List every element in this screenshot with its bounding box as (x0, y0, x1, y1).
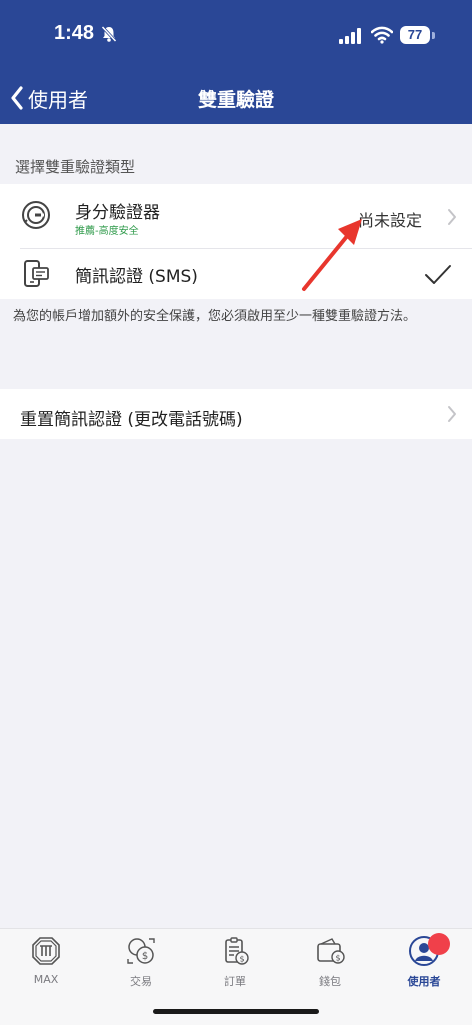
chevron-right-icon (448, 406, 456, 422)
recommended-badge: 推薦-高度安全 (75, 226, 139, 237)
section-header: 選擇雙重驗證類型 (15, 158, 136, 176)
svg-text:$: $ (142, 951, 148, 962)
tab-orders[interactable]: $ 訂單 (200, 935, 270, 989)
svg-text:$: $ (335, 954, 340, 963)
bell-muted-icon (101, 25, 117, 43)
wallet-icon: $ (317, 938, 345, 964)
battery-nub (432, 32, 435, 39)
method-authenticator-row[interactable]: 身分驗證器 推薦-高度安全 尚未設定 (0, 184, 472, 248)
sms-phone-icon (24, 260, 49, 287)
reset-sms-label: 重置簡訊認證 (更改電話號碼) (20, 410, 243, 430)
reset-sms-row[interactable]: 重置簡訊認證 (更改電話號碼) (0, 389, 472, 439)
tab-label: 訂單 (224, 975, 246, 988)
svg-text:$: $ (239, 955, 244, 964)
max-icon (32, 937, 60, 965)
status-time: 1:48 (54, 22, 95, 44)
method-title: 簡訊認證 (SMS) (75, 267, 198, 287)
status-bar: 1:48 77 (0, 0, 472, 72)
tab-label: MAX (33, 973, 59, 986)
tab-label: 交易 (130, 975, 152, 988)
chevron-right-icon (448, 209, 456, 225)
method-title: 身分驗證器 (75, 203, 160, 223)
tab-exchange[interactable]: $ 交易 (106, 935, 176, 989)
tab-label: 錢包 (319, 975, 341, 988)
annotation-arrow-icon (302, 219, 362, 291)
tab-max[interactable]: MAX (11, 935, 81, 986)
navigation-bar: 使用者 雙重驗證 (0, 72, 472, 124)
security-footnote: 為您的帳戶增加額外的安全保護，您必須啟用至少一種雙重驗證方法。 (13, 309, 417, 324)
checkmark-icon (425, 265, 451, 284)
page-title: 雙重驗證 (197, 89, 274, 111)
battery-level: 77 (400, 26, 430, 44)
two-factor-methods-group: 身分驗證器 推薦-高度安全 尚未設定 簡訊認證 (SMS) (0, 184, 472, 299)
exchange-icon: $ (127, 938, 155, 964)
notification-badge (428, 933, 450, 955)
authenticator-icon (22, 201, 50, 229)
method-sms-row[interactable]: 簡訊認證 (SMS) (0, 249, 472, 299)
wifi-icon (371, 26, 393, 44)
home-indicator (153, 1009, 319, 1014)
cellular-signal-icon (339, 28, 361, 44)
tab-label: 使用者 (407, 975, 441, 988)
orders-icon: $ (225, 937, 249, 965)
tab-wallet[interactable]: $ 錢包 (295, 935, 365, 989)
